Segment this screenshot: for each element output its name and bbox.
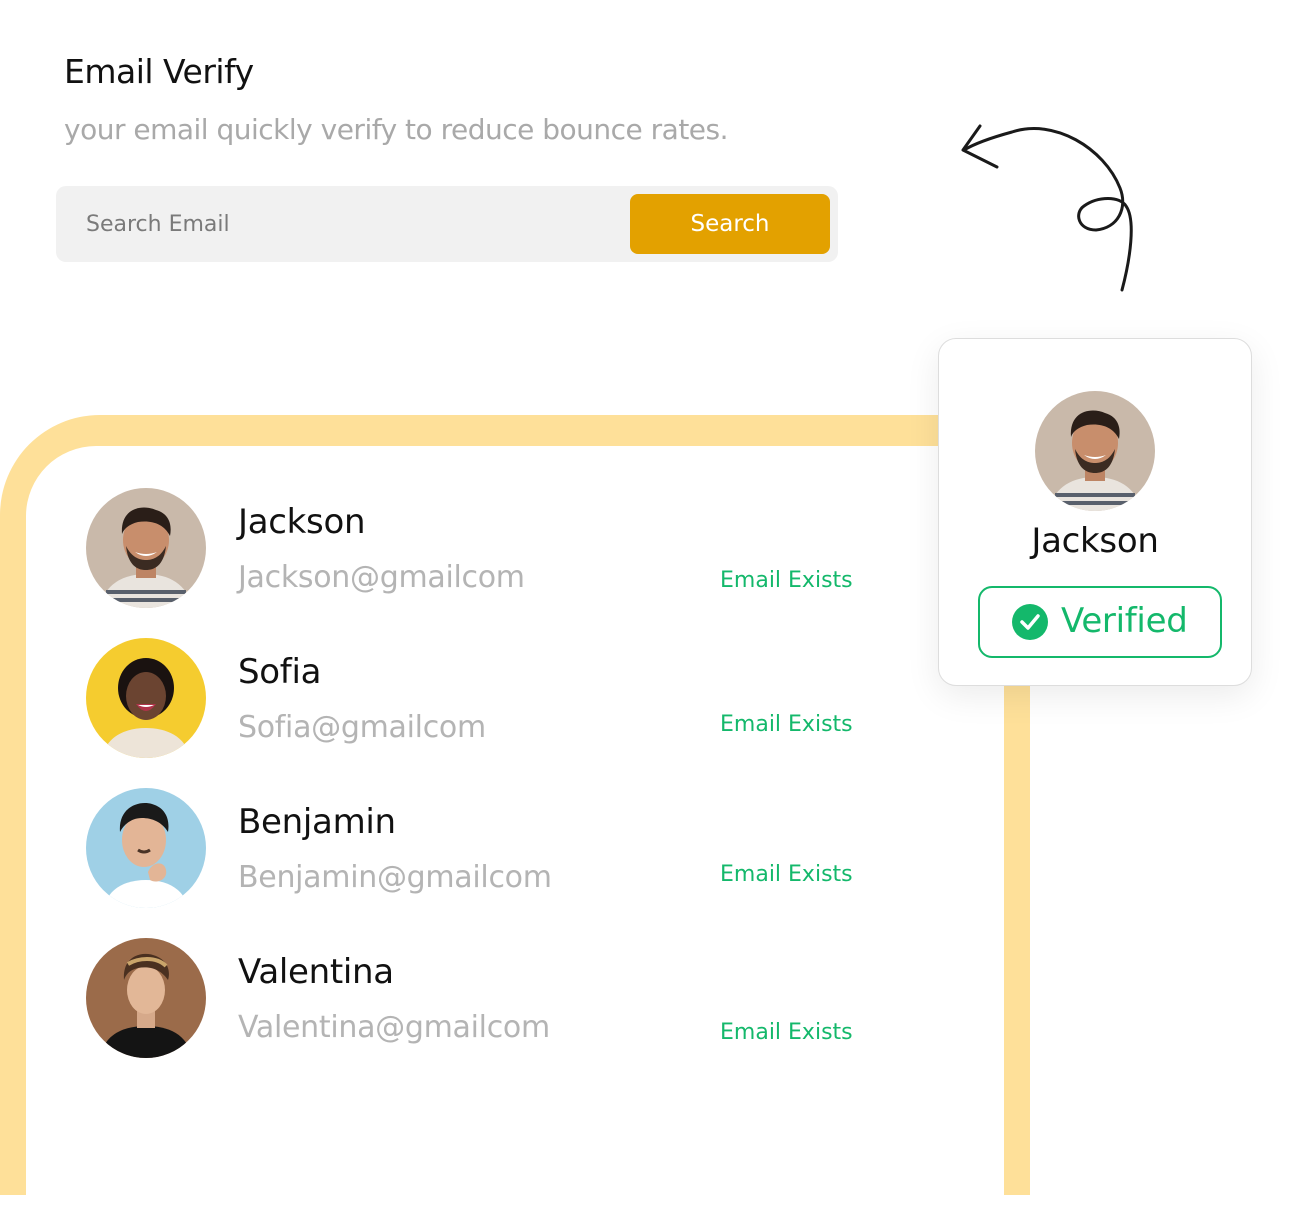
verified-badge: Verified bbox=[978, 586, 1222, 658]
contact-name: Sofia bbox=[238, 652, 322, 692]
search-bar: Search bbox=[56, 186, 838, 262]
contact-row-jackson[interactable]: Jackson Jackson@gmailcom Email Exists bbox=[86, 488, 886, 608]
status-badge: Email Exists bbox=[720, 1020, 853, 1045]
contact-row-sofia[interactable]: Sofia Sofia@gmailcom Email Exists bbox=[86, 638, 886, 758]
avatar-photo-benjamin bbox=[86, 788, 206, 908]
contact-email: Benjamin@gmailcom bbox=[238, 860, 552, 895]
avatar-photo-sofia bbox=[86, 638, 206, 758]
page-title: Email Verify bbox=[64, 52, 254, 91]
contact-name: Valentina bbox=[238, 952, 394, 992]
curved-arrow-icon bbox=[961, 124, 1133, 292]
search-email-input[interactable] bbox=[56, 186, 616, 262]
search-button[interactable]: Search bbox=[630, 194, 830, 254]
page-subtitle: your email quickly verify to reduce boun… bbox=[64, 113, 729, 146]
contact-name: Jackson bbox=[238, 502, 366, 542]
check-circle-icon bbox=[1012, 604, 1048, 640]
status-badge: Email Exists bbox=[720, 568, 853, 593]
status-badge: Email Exists bbox=[720, 712, 853, 737]
verified-label: Verified bbox=[1061, 601, 1188, 641]
contact-row-benjamin[interactable]: Benjamin Benjamin@gmailcom Email Exists bbox=[86, 788, 886, 908]
avatar-photo-jackson bbox=[1035, 391, 1155, 511]
contact-row-valentina[interactable]: Valentina Valentina@gmailcom Email Exist… bbox=[86, 938, 886, 1058]
contact-email: Valentina@gmailcom bbox=[238, 1010, 550, 1045]
avatar-photo-jackson bbox=[86, 488, 206, 608]
avatar-photo-valentina bbox=[86, 938, 206, 1058]
verification-card: Jackson Verified bbox=[938, 338, 1252, 686]
verified-contact-name: Jackson bbox=[1031, 521, 1159, 561]
contact-email: Jackson@gmailcom bbox=[238, 560, 525, 595]
status-badge: Email Exists bbox=[720, 862, 853, 887]
contact-name: Benjamin bbox=[238, 802, 396, 842]
contact-email: Sofia@gmailcom bbox=[238, 710, 486, 745]
